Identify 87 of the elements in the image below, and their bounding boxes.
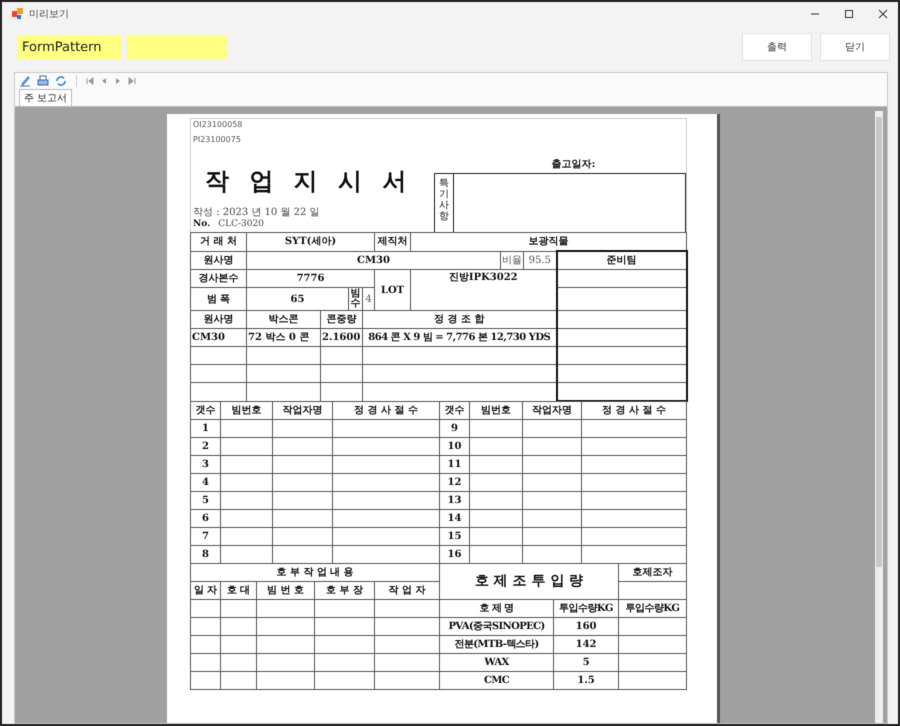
column-header: 투입수량KG (618, 600, 687, 618)
column-header: 일 자 (190, 582, 220, 600)
column-header: 정 경 사 절 수 (582, 402, 686, 420)
field-label: 비율 (500, 251, 524, 270)
section-header: 호 제 조 투 입 량 (440, 564, 619, 600)
scrollbar[interactable] (875, 111, 883, 723)
action-button[interactable]: 출력 (742, 33, 812, 61)
row-number: 14 (440, 510, 470, 528)
table-cell: CM30 (190, 328, 246, 346)
column-header: 빔 번 호 (256, 582, 314, 600)
column-header: 호 부 장 (314, 582, 374, 600)
row-number: 7 (190, 528, 220, 546)
row-number: 9 (440, 420, 470, 438)
report-tab[interactable]: 주 보고서 (19, 89, 72, 106)
column-header: 갯수 (190, 402, 220, 420)
table-cell: CMC (440, 672, 554, 690)
column-header: 박스콘 (246, 310, 320, 328)
column-header: 호제조자 (618, 564, 687, 582)
table-cell: 1.5 (554, 672, 619, 690)
field-label: LOT (374, 270, 411, 310)
column-header: 빔번호 (220, 402, 272, 420)
column-header: 작업자명 (272, 402, 332, 420)
ship-date-label: 출고일자: (550, 158, 596, 171)
table-cell: 2.1600 (320, 328, 362, 346)
row-number: 13 (440, 492, 470, 510)
document-code: PI23100075 (193, 134, 242, 145)
row-number: 1 (190, 420, 220, 438)
field-label: 빔수 (348, 288, 362, 310)
row-number: 8 (190, 546, 220, 564)
column-header: 갯수 (440, 402, 470, 420)
table-cell: CM30 (246, 251, 501, 270)
row-number: 2 (190, 438, 220, 456)
number-label: No. (193, 219, 210, 229)
action-button[interactable]: 닫기 (820, 33, 890, 61)
table-cell: 7776 (246, 270, 375, 288)
table-cell: 보광직물 (410, 232, 687, 251)
table-cell: 160 (554, 618, 619, 636)
column-header: 빔번호 (470, 402, 522, 420)
app-logo-icon (12, 8, 24, 20)
table-cell: 65 (246, 288, 348, 310)
row-number: 5 (190, 492, 220, 510)
column-header: 콘중량 (320, 310, 362, 328)
pattern-field[interactable]: FormPattern (18, 35, 122, 59)
window-title: 미리보기 (29, 8, 69, 21)
column-header: 호 대 (220, 582, 256, 600)
remarks-label: 특기사항 (435, 174, 454, 232)
next-page-icon[interactable] (114, 77, 122, 85)
field-label: 범 폭 (190, 288, 246, 310)
last-page-icon[interactable] (128, 77, 136, 85)
created-date: 작성 : 2023 년 10 월 22 일 (193, 206, 321, 219)
table-cell: 142 (554, 636, 619, 654)
page-setup-icon[interactable] (19, 75, 31, 87)
table-cell: 72 박스 0 콘 (246, 328, 320, 346)
maximize-icon[interactable] (844, 9, 854, 19)
close-icon[interactable] (878, 9, 888, 19)
table-cell: SYT(세아) (246, 232, 375, 251)
row-number: 11 (440, 456, 470, 474)
field-label: 거 래 처 (190, 232, 246, 251)
row-number: 15 (440, 528, 470, 546)
table-cell: 진방IPK3022 (410, 270, 557, 310)
field-label: 경사본수 (190, 270, 246, 288)
first-page-icon[interactable] (86, 77, 94, 85)
document-code: OI23100058 (193, 119, 244, 130)
field-label: 제직처 (374, 232, 411, 251)
table-cell: 5 (554, 654, 619, 672)
row-number: 6 (190, 510, 220, 528)
section-header: 호 부 작 업 내 용 (190, 564, 440, 582)
column-header: 원사명 (190, 310, 246, 328)
row-number: 12 (440, 474, 470, 492)
field-label: 원사명 (190, 251, 246, 270)
refresh-icon[interactable] (55, 75, 67, 87)
document-title: 작 업 지 시 서 (205, 165, 414, 197)
row-number: 3 (190, 456, 220, 474)
column-header: 준비팀 (556, 251, 687, 270)
column-header: 작업자명 (522, 402, 582, 420)
input-field[interactable] (127, 35, 227, 59)
column-header: 정 경 사 절 수 (332, 402, 440, 420)
column-header: 투입수량KG (554, 600, 619, 618)
column-header: 호 제 명 (440, 600, 554, 618)
print-icon[interactable] (37, 75, 49, 87)
row-number: 4 (190, 474, 220, 492)
row-number: 10 (440, 438, 470, 456)
table-cell: WAX (440, 654, 554, 672)
previous-page-icon[interactable] (100, 77, 108, 85)
document-number: CLC-3020 (218, 219, 264, 229)
table-cell: 전분(MTB-텍스타) (440, 636, 554, 654)
table-cell: PVA(중국SINOPEC) (440, 618, 554, 636)
